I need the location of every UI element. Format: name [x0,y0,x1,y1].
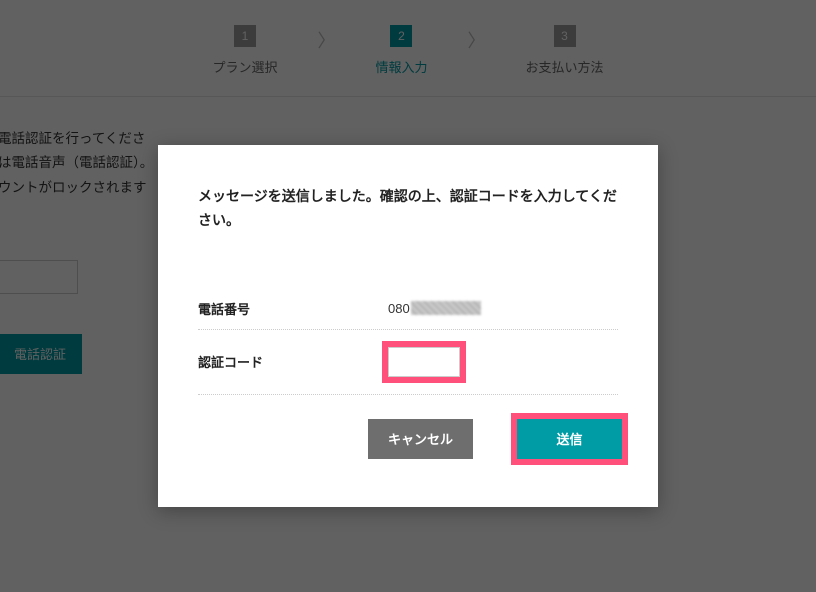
modal-actions: キャンセル 送信 [198,419,618,459]
phone-prefix: 080 [388,301,410,316]
phone-masked [411,301,481,315]
code-row: 認証コード [198,330,618,395]
code-highlight [382,341,466,383]
verification-modal: メッセージを送信しました。確認の上、認証コードを入力してください。 電話番号 0… [158,145,658,507]
phone-row: 電話番号 080 [198,288,618,330]
submit-highlight: 送信 [511,413,628,465]
code-label: 認証コード [198,352,388,371]
submit-button[interactable]: 送信 [517,419,622,459]
code-value [388,341,466,383]
modal-title: メッセージを送信しました。確認の上、認証コードを入力してください。 [198,185,618,233]
cancel-button[interactable]: キャンセル [368,419,473,459]
phone-value: 080 [388,301,481,316]
verification-code-input[interactable] [388,347,460,377]
phone-label: 電話番号 [198,299,388,318]
